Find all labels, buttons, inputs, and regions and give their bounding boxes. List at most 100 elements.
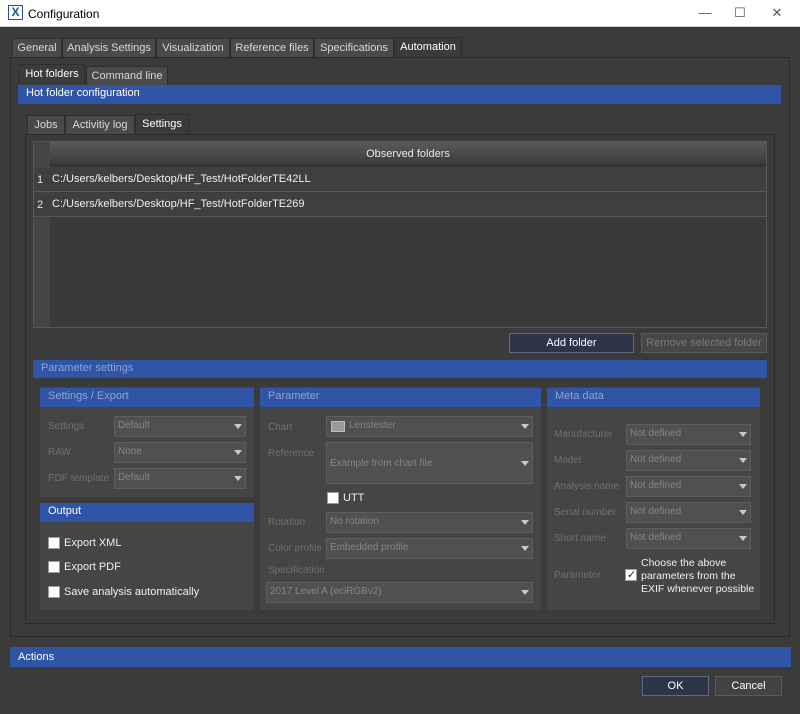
- chart-select[interactable]: Lenstester: [326, 416, 533, 437]
- chevron-down-icon: [739, 510, 747, 515]
- minimize-button[interactable]: —: [690, 3, 720, 23]
- pdf-template-value: Default: [118, 472, 150, 483]
- meta-data-header: Meta data: [547, 388, 760, 407]
- model-label: Model: [554, 455, 582, 466]
- analysis-name-value: Not defined: [630, 480, 682, 491]
- remove-selected-folder-button[interactable]: Remove selected folder: [641, 333, 767, 353]
- settings-export-header: Settings / Export: [40, 388, 254, 407]
- reference-select[interactable]: Example from chart file: [326, 442, 533, 484]
- exif-checkbox[interactable]: [625, 568, 637, 581]
- observed-folders-table[interactable]: Observed folders 1 C:/Users/kelbers/Desk…: [33, 141, 767, 328]
- analysis-name-label: Analysis name: [554, 481, 620, 492]
- settings-value: Default: [118, 420, 150, 431]
- short-name-label: Short name: [554, 533, 606, 544]
- chevron-down-icon: [521, 461, 529, 466]
- color-profile-select[interactable]: Embedded profile: [326, 538, 533, 559]
- export-xml-label: Export XML: [64, 537, 122, 549]
- table-row[interactable]: 2 C:/Users/kelbers/Desktop/HF_Test/HotFo…: [34, 193, 766, 217]
- specification-select[interactable]: 2017 Level A (eciRGBv2): [266, 582, 533, 603]
- row-index: 1: [37, 174, 44, 186]
- output-header: Output: [40, 503, 254, 522]
- tab-general[interactable]: General: [12, 38, 62, 58]
- manufacturer-value: Not defined: [630, 428, 682, 439]
- export-pdf-checkbox[interactable]: [48, 561, 60, 573]
- ok-button[interactable]: OK: [642, 676, 709, 696]
- analysis-name-select[interactable]: Not defined: [626, 476, 751, 497]
- maximize-button[interactable]: ☐: [725, 3, 755, 23]
- specification-label: Specification: [268, 565, 325, 576]
- save-analysis-checkbox[interactable]: [48, 586, 60, 598]
- color-profile-value: Embedded profile: [330, 542, 409, 553]
- raw-label: RAW: [48, 447, 71, 458]
- tab-hot-folders[interactable]: Hot folders: [19, 64, 85, 85]
- serial-number-value: Not defined: [630, 506, 682, 517]
- chevron-down-icon: [234, 476, 242, 481]
- model-value: Not defined: [630, 454, 682, 465]
- export-xml-checkbox[interactable]: [48, 537, 60, 549]
- pdf-template-label: PDF template: [48, 473, 110, 484]
- exif-label-line3: EXIF whenever possible: [641, 583, 755, 595]
- exif-label-line1: Choose the above: [641, 557, 727, 569]
- chevron-down-icon: [739, 432, 747, 437]
- chevron-down-icon: [521, 520, 529, 525]
- table-row[interactable]: 1 C:/Users/kelbers/Desktop/HF_Test/HotFo…: [34, 168, 766, 192]
- folder-path: C:/Users/kelbers/Desktop/HF_Test/HotFold…: [52, 198, 305, 210]
- tab-visualization[interactable]: Visualization: [156, 38, 230, 58]
- chevron-down-icon: [521, 424, 529, 429]
- parameter-settings-header: Parameter settings: [33, 360, 767, 378]
- title-bar: X Configuration — ☐ ✕: [0, 0, 800, 27]
- manufacturer-select[interactable]: Not defined: [626, 424, 751, 445]
- save-analysis-label: Save analysis automatically: [64, 586, 200, 598]
- exif-label-line2: parameters from the: [641, 570, 736, 582]
- serial-number-label: Serial number: [554, 507, 617, 518]
- parameter-header: Parameter: [260, 388, 541, 407]
- tab-reference-files[interactable]: Reference files: [230, 38, 314, 58]
- tab-settings[interactable]: Settings: [135, 114, 189, 135]
- raw-select[interactable]: None: [114, 442, 246, 463]
- model-select[interactable]: Not defined: [626, 450, 751, 471]
- reference-label: Reference: [268, 448, 315, 459]
- short-name-select[interactable]: Not defined: [626, 528, 751, 549]
- rotation-label: Rotation: [268, 517, 306, 528]
- chevron-down-icon: [521, 590, 529, 595]
- chart-value: Lenstester: [349, 420, 396, 431]
- hot-folder-header: Hot folder configuration: [18, 85, 781, 104]
- chevron-down-icon: [521, 546, 529, 551]
- chevron-down-icon: [739, 458, 747, 463]
- actions-header: Actions: [10, 647, 791, 667]
- chart-label: Chart: [268, 422, 293, 433]
- tab-analysis-settings[interactable]: Analysis Settings: [62, 38, 156, 58]
- utt-checkbox[interactable]: [327, 492, 339, 504]
- tab-specifications[interactable]: Specifications: [314, 38, 394, 58]
- settings-select[interactable]: Default: [114, 416, 246, 437]
- add-folder-button[interactable]: Add folder: [509, 333, 634, 353]
- chevron-down-icon: [234, 450, 242, 455]
- column-header-observed-folders[interactable]: Observed folders: [50, 142, 766, 166]
- tab-jobs[interactable]: Jobs: [27, 115, 65, 135]
- color-profile-label: Color profile: [268, 543, 322, 554]
- settings-label: Settings: [48, 421, 85, 432]
- row-index: 2: [37, 199, 44, 211]
- short-name-value: Not defined: [630, 532, 682, 543]
- manufacturer-label: Manufacturer: [554, 429, 613, 440]
- raw-value: None: [118, 446, 142, 457]
- specification-value: 2017 Level A (eciRGBv2): [270, 586, 382, 597]
- export-pdf-label: Export PDF: [64, 561, 121, 573]
- folder-path: C:/Users/kelbers/Desktop/HF_Test/HotFold…: [52, 173, 311, 185]
- tab-command-line[interactable]: Command line: [86, 66, 168, 86]
- tab-automation[interactable]: Automation: [394, 37, 462, 58]
- window-title: Configuration: [28, 7, 100, 21]
- pdf-template-select[interactable]: Default: [114, 468, 246, 489]
- app-x-icon: X: [8, 5, 23, 20]
- chevron-down-icon: [234, 424, 242, 429]
- chart-thumbnail-icon: [331, 421, 345, 432]
- serial-number-select[interactable]: Not defined: [626, 502, 751, 523]
- rotation-select[interactable]: No rotation: [326, 512, 533, 533]
- utt-label: UTT: [343, 492, 365, 504]
- close-button[interactable]: ✕: [762, 3, 792, 23]
- cancel-button[interactable]: Cancel: [715, 676, 782, 696]
- rotation-value: No rotation: [330, 516, 379, 527]
- tab-activity-log[interactable]: Activitiy log: [65, 115, 135, 135]
- parameter-meta-label: Parameter: [554, 570, 601, 581]
- reference-value: Example from chart file: [330, 458, 433, 469]
